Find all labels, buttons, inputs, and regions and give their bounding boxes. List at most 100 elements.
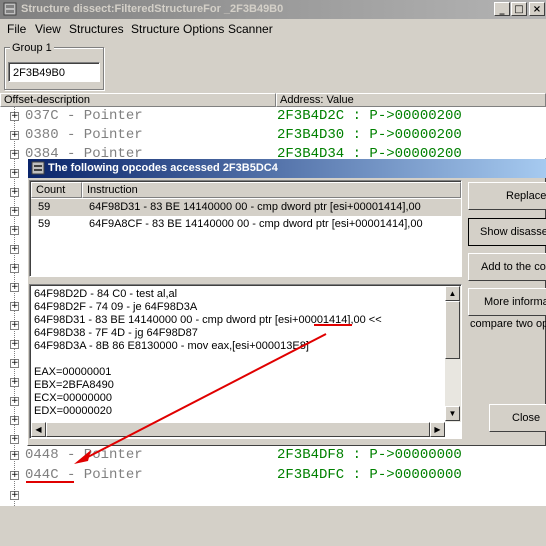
detail-line: 64F98D2D - 84 C0 - test al,al bbox=[34, 288, 178, 300]
scroll-thumb[interactable] bbox=[46, 422, 430, 437]
expand-icon[interactable]: + bbox=[10, 112, 19, 121]
show-disassembler-button[interactable]: Show disasse bbox=[468, 218, 546, 246]
menu-bar: File View Structures Structure Options S… bbox=[0, 19, 546, 38]
menu-scanner[interactable]: Scanner bbox=[228, 22, 273, 36]
expand-icon[interactable]: + bbox=[10, 226, 19, 235]
replace-button[interactable]: Replace bbox=[468, 182, 546, 210]
row-address: 2F3B4DFC : P->00000000 bbox=[277, 467, 462, 483]
expand-icon[interactable]: + bbox=[10, 131, 19, 140]
row-offset: 0448 - Pointer bbox=[25, 447, 143, 463]
compare-label: compare two op bbox=[470, 318, 546, 330]
menu-structures[interactable]: Structures bbox=[69, 22, 124, 36]
detail-line: 64F98D31 - 83 BE 14140000 00 - cmp dword… bbox=[34, 314, 382, 326]
expand-icon[interactable]: + bbox=[10, 188, 19, 197]
tree-row-hidden[interactable]: + bbox=[0, 354, 27, 374]
row-offset: 0380 - Pointer bbox=[25, 127, 143, 143]
more-information-button[interactable]: More informa bbox=[468, 288, 546, 316]
tree-row-hidden[interactable]: + bbox=[0, 202, 27, 222]
minimize-button[interactable]: _ bbox=[494, 2, 510, 16]
expand-icon[interactable]: + bbox=[10, 451, 19, 460]
expand-icon[interactable]: + bbox=[10, 491, 19, 500]
details-vertical-scrollbar[interactable]: ▲ ▼ bbox=[445, 286, 461, 422]
expand-icon[interactable]: + bbox=[10, 302, 19, 311]
header-address-value[interactable]: Address: Value bbox=[276, 93, 546, 107]
expand-icon[interactable]: + bbox=[10, 359, 19, 368]
group-address-input[interactable]: 2F3B49B0 bbox=[8, 62, 100, 82]
group-label: Group 1 bbox=[10, 42, 54, 54]
scroll-right-icon[interactable]: ▶ bbox=[430, 422, 445, 437]
scroll-down-icon[interactable]: ▼ bbox=[445, 406, 460, 421]
expand-icon[interactable]: + bbox=[10, 435, 19, 444]
expand-icon[interactable]: + bbox=[10, 416, 19, 425]
tree-row-hidden[interactable]: + bbox=[0, 259, 27, 279]
expand-icon[interactable]: + bbox=[10, 283, 19, 292]
column-header: Offset-description Address: Value bbox=[0, 93, 546, 107]
dialog-title-bar[interactable]: The following opcodes accessed 2F3B5DC4 bbox=[28, 159, 546, 178]
detail-line: 64F98D2F - 74 09 - je 64F98D3A bbox=[34, 301, 198, 313]
details-horizontal-scrollbar[interactable]: ◀ ▶ bbox=[31, 422, 445, 437]
header-offset-description[interactable]: Offset-description bbox=[0, 93, 276, 107]
app-icon bbox=[3, 2, 17, 16]
tree-row[interactable]: + 037C - Pointer 2F3B4D2C : P->00000200 bbox=[0, 107, 546, 127]
expand-icon[interactable]: + bbox=[10, 150, 19, 159]
main-title-bar[interactable]: Structure dissect:FilteredStructureFor _… bbox=[0, 0, 546, 19]
detail-line: 64F98D3A - 8B 86 E8130000 - mov eax,[esi… bbox=[34, 340, 309, 352]
row-offset: 044C - Pointer bbox=[25, 467, 143, 483]
list-item[interactable]: 59 64F9A8CF - 83 BE 14140000 00 - cmp dw… bbox=[31, 216, 461, 233]
list-item-instruction: 64F98D31 - 83 BE 14140000 00 - cmp dword… bbox=[89, 201, 421, 213]
row-address: 2F3B4D30 : P->00000200 bbox=[277, 127, 462, 143]
tree-row-hidden[interactable]: + bbox=[0, 335, 27, 355]
tree-row-hidden[interactable]: + bbox=[0, 316, 27, 336]
row-address: 2F3B4DF8 : P->00000000 bbox=[277, 447, 462, 463]
expand-icon[interactable]: + bbox=[10, 245, 19, 254]
scroll-left-icon[interactable]: ◀ bbox=[31, 422, 46, 437]
tree-row-hidden[interactable]: + bbox=[0, 240, 27, 260]
expand-icon[interactable]: + bbox=[10, 169, 19, 178]
maximize-button[interactable]: □ bbox=[511, 2, 527, 16]
tree-row-hidden[interactable]: + bbox=[0, 411, 27, 431]
row-address: 2F3B4D2C : P->00000200 bbox=[277, 108, 462, 124]
close-button[interactable]: × bbox=[529, 2, 545, 16]
expand-icon[interactable]: + bbox=[10, 321, 19, 330]
tree-row-hidden[interactable]: + bbox=[0, 486, 27, 506]
menu-structure-options[interactable]: Structure Options bbox=[131, 22, 224, 36]
tree-row-hidden[interactable]: + bbox=[0, 297, 27, 317]
tree-row-hidden[interactable]: + bbox=[0, 183, 27, 203]
menu-file[interactable]: File bbox=[7, 22, 26, 36]
add-to-codelist-button[interactable]: Add to the co bbox=[468, 253, 546, 281]
tree-row[interactable]: + 0448 - Pointer 2F3B4DF8 : P->00000000 bbox=[0, 446, 546, 466]
main-window-title: Structure dissect:FilteredStructureFor _… bbox=[21, 3, 284, 15]
expand-icon[interactable]: + bbox=[10, 207, 19, 216]
menu-view[interactable]: View bbox=[35, 22, 61, 36]
dialog-title: The following opcodes accessed 2F3B5DC4 bbox=[48, 162, 278, 174]
opcode-list[interactable]: Count Instruction 59 64F98D31 - 83 BE 14… bbox=[29, 180, 462, 277]
close-dialog-button[interactable]: Close bbox=[489, 404, 546, 432]
detail-line: ECX=00000000 bbox=[34, 392, 112, 404]
list-item-count: 59 bbox=[38, 218, 51, 230]
tree-row[interactable]: + 044C - Pointer 2F3B4DFC : P->00000000 bbox=[0, 466, 546, 486]
expand-icon[interactable]: + bbox=[10, 397, 19, 406]
expand-icon[interactable]: + bbox=[10, 340, 19, 349]
list-item-instruction: 64F9A8CF - 83 BE 14140000 00 - cmp dword… bbox=[89, 218, 423, 230]
list-item-count: 59 bbox=[38, 201, 51, 213]
scroll-thumb[interactable] bbox=[445, 301, 460, 359]
expand-icon[interactable]: + bbox=[10, 264, 19, 273]
detail-line: 64F98D38 - 7F 4D - jg 64F98D87 bbox=[34, 327, 198, 339]
list-header-instruction[interactable]: Instruction bbox=[82, 182, 461, 198]
row-offset: 037C - Pointer bbox=[25, 108, 143, 124]
list-header-count[interactable]: Count bbox=[31, 182, 82, 198]
expand-icon[interactable]: + bbox=[10, 471, 19, 480]
detail-line: EBX=2BFA8490 bbox=[34, 379, 114, 391]
list-item-selected[interactable]: 59 64F98D31 - 83 BE 14140000 00 - cmp dw… bbox=[31, 199, 461, 216]
detail-line: EDX=00000020 bbox=[34, 405, 112, 417]
tree-row-hidden[interactable]: + bbox=[0, 392, 27, 412]
disassembly-details[interactable]: 64F98D2D - 84 C0 - test al,al 64F98D2F -… bbox=[29, 284, 462, 439]
tree-row-hidden[interactable]: + bbox=[0, 164, 27, 184]
tree-row-hidden[interactable]: + bbox=[0, 278, 27, 298]
tree-row-hidden[interactable]: + bbox=[0, 221, 27, 241]
scroll-up-icon[interactable]: ▲ bbox=[445, 286, 460, 301]
detail-line: EAX=00000001 bbox=[34, 366, 112, 378]
expand-icon[interactable]: + bbox=[10, 378, 19, 387]
tree-row[interactable]: + 0380 - Pointer 2F3B4D30 : P->00000200 bbox=[0, 126, 546, 146]
tree-row-hidden[interactable]: + bbox=[0, 373, 27, 393]
